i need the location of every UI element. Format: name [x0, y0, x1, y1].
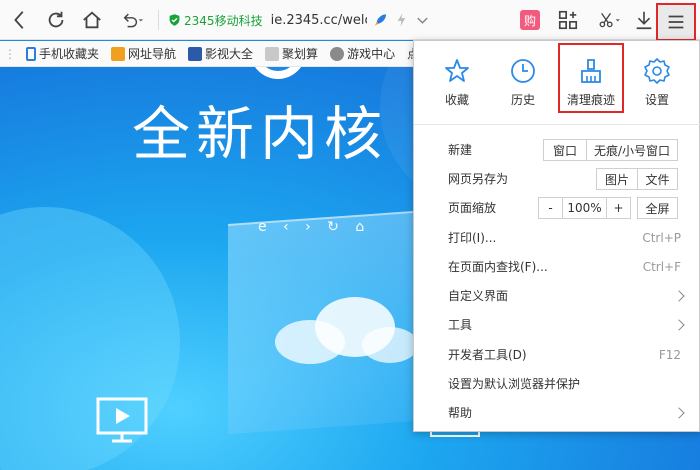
menu-item-customize[interactable]: 自定义界面 — [414, 281, 700, 310]
menu-item-help[interactable]: 帮助 — [414, 398, 700, 427]
page-headline: 全新内核 — [132, 100, 389, 168]
shortcut-label: F12 — [658, 347, 681, 362]
broom-icon — [581, 59, 601, 83]
apps-icon — [558, 10, 578, 30]
url-text[interactable]: ie.2345.cc/welc — [271, 13, 368, 28]
chevron-right-icon — [673, 318, 685, 331]
shield-icon — [169, 14, 180, 26]
quick-settings[interactable]: 设置 — [624, 57, 690, 108]
menu-row-new: 新建 窗口 无痕/小号窗口 — [414, 135, 700, 164]
decorative-circle — [0, 207, 180, 470]
menu-row-save-as: 网页另存为 图片 文件 — [414, 164, 700, 193]
bookmark-game-center[interactable]: 游戏中心 — [330, 45, 395, 62]
chevron-right-icon — [673, 406, 685, 419]
site-identity: 2345移动科技 — [184, 13, 263, 28]
save-as-file-button[interactable]: 文件 — [637, 168, 678, 190]
home-button[interactable] — [78, 6, 106, 34]
clock-icon — [511, 59, 535, 83]
shortcut-label: Ctrl+P — [642, 230, 681, 245]
browser-illustration-toolbar: e ‹ › ↻ ⌂ — [258, 219, 371, 235]
main-menu-button[interactable] — [656, 3, 696, 41]
fullscreen-button[interactable]: 全屏 — [637, 197, 678, 219]
zoom-level: 100% — [563, 197, 606, 219]
menu-save-as-label: 网页另存为 — [448, 172, 509, 186]
screenshot-button[interactable] — [592, 6, 626, 34]
download-icon — [636, 11, 652, 30]
browser-toolbar: 2345移动科技 ie.2345.cc/welc 购 — [0, 0, 700, 41]
save-as-image-button[interactable]: 图片 — [596, 168, 638, 190]
shopping-icon[interactable]: 购 — [520, 10, 540, 30]
menu-item-print[interactable]: 打印(I)... Ctrl+P — [414, 223, 700, 252]
menu-item-default-browser[interactable]: 设置为默认浏览器并保护 — [414, 369, 700, 398]
main-menu-dropdown: 收藏 历史 清理痕迹 设置 新建 窗口 无痕/小号窗口 网页另存为 图片 文件 … — [413, 40, 700, 432]
refresh-button[interactable] — [42, 6, 70, 34]
gear-icon — [644, 58, 670, 84]
nav-site-icon — [111, 46, 126, 61]
scissors-icon — [599, 13, 620, 28]
chevron-down-icon[interactable] — [415, 12, 430, 28]
browser-logo — [250, 67, 306, 79]
gamepad-icon — [330, 46, 345, 61]
refresh-icon — [48, 11, 64, 28]
rocket-icon[interactable] — [373, 12, 388, 28]
shortcut-label: Ctrl+F — [642, 259, 681, 274]
zoom-in-button[interactable]: + — [606, 197, 631, 219]
home-icon — [83, 11, 101, 29]
undo-close-button[interactable] — [114, 6, 150, 34]
bookmark-video[interactable]: 影视大全 — [188, 45, 253, 62]
star-icon — [445, 59, 469, 82]
quick-history[interactable]: 历史 — [490, 57, 556, 108]
tv-icon[interactable] — [96, 397, 148, 445]
new-private-window-button[interactable]: 无痕/小号窗口 — [586, 139, 678, 161]
bookmark-nav[interactable]: 网址导航 — [111, 45, 176, 62]
mobile-icon — [26, 46, 36, 61]
menu-icon — [668, 15, 684, 29]
menu-new-label: 新建 — [448, 143, 473, 157]
film-icon — [188, 46, 203, 61]
menu-zoom-label: 页面缩放 — [448, 201, 497, 215]
zoom-out-button[interactable]: - — [538, 197, 563, 219]
new-window-button[interactable]: 窗口 — [543, 139, 587, 161]
quick-clear-traces[interactable]: 清理痕迹 — [558, 43, 624, 113]
bookmark-juhuasuan[interactable]: 聚划算 — [265, 45, 318, 62]
download-button[interactable] — [630, 6, 658, 34]
back-button[interactable] — [6, 6, 34, 34]
address-bar[interactable]: 2345移动科技 ie.2345.cc/welc — [168, 8, 430, 32]
quick-actions: 收藏 历史 清理痕迹 设置 — [414, 41, 700, 125]
page-icon — [265, 46, 280, 61]
toolbar-divider — [158, 10, 159, 30]
back-icon — [14, 11, 24, 29]
apps-button[interactable] — [554, 6, 582, 34]
undo-icon — [123, 13, 143, 28]
menu-item-devtools[interactable]: 开发者工具(D) F12 — [414, 340, 700, 369]
bookmark-bar-grip: ⋮ — [4, 46, 16, 61]
bookmark-mobile-favorites[interactable]: 手机收藏夹 — [26, 45, 99, 62]
chevron-right-icon — [673, 289, 685, 302]
cloud-illustration — [275, 297, 418, 364]
menu-row-zoom: 页面缩放 - 100% + 全屏 — [414, 193, 700, 222]
menu-item-tools[interactable]: 工具 — [414, 310, 700, 339]
lightning-icon[interactable] — [394, 12, 409, 28]
quick-favorites[interactable]: 收藏 — [424, 57, 490, 108]
menu-item-find[interactable]: 在页面内查找(F)... Ctrl+F — [414, 252, 700, 281]
